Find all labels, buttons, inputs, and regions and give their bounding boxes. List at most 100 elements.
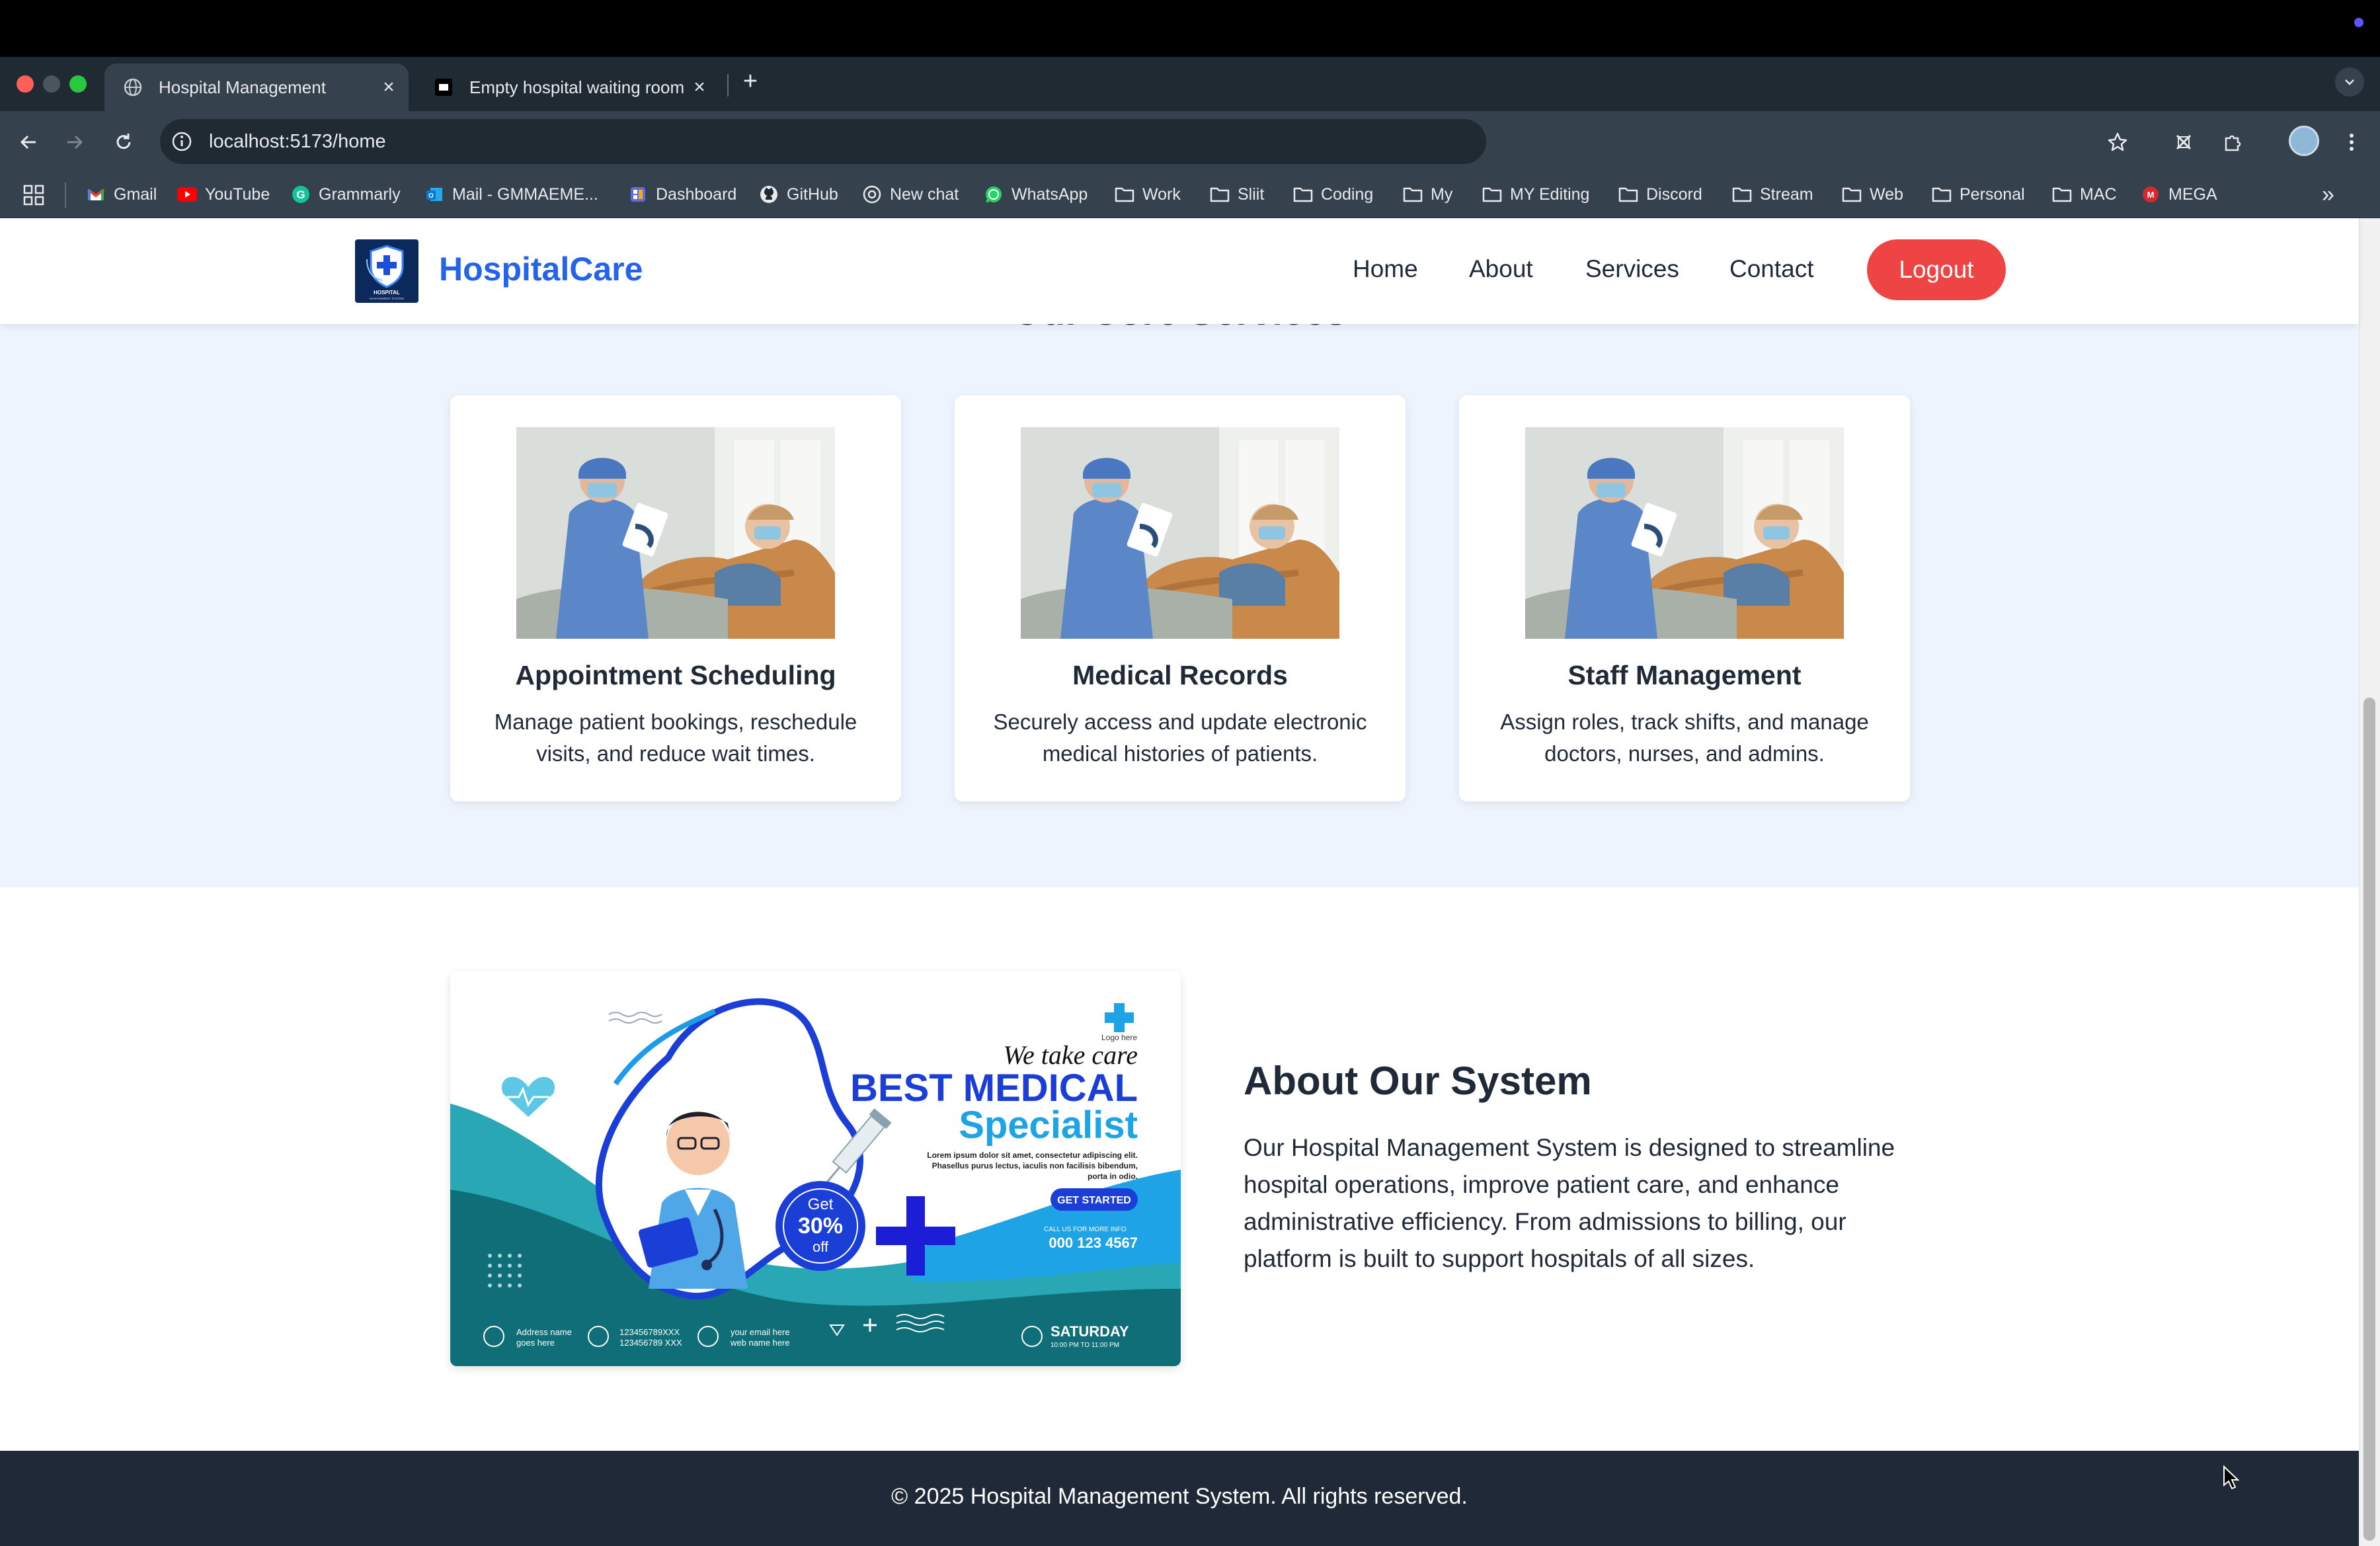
bookmark-mail[interactable]: O Mail - GMMAEME...	[424, 179, 598, 210]
github-icon	[759, 184, 779, 204]
tab-empty-hospital-waiting-room[interactable]: Empty hospital waiting room ×	[415, 63, 719, 111]
folder-icon	[1732, 184, 1752, 204]
folder-icon	[1403, 184, 1423, 204]
site-logo[interactable]: HOSPITAL MANAGEMENT SYSTEM	[355, 239, 418, 303]
bookmark-whatsapp[interactable]: WhatsApp	[984, 179, 1088, 210]
bookmarks-divider	[65, 183, 66, 208]
banner-address-1: Address name	[516, 1327, 572, 1337]
tab-title: Empty hospital waiting room	[469, 77, 685, 97]
apps-grid-button[interactable]	[22, 184, 45, 206]
bookmark-new-chat[interactable]: New chat	[862, 179, 959, 210]
logo-text: HOSPITAL	[374, 290, 400, 296]
tab-close-icon[interactable]: ×	[376, 74, 402, 101]
banner-email-1: your email here	[731, 1327, 790, 1337]
folder-icon	[1482, 184, 1502, 204]
site-brand[interactable]: HospitalCare	[439, 250, 643, 288]
nav-contact[interactable]: Contact	[1729, 255, 1814, 283]
bookmark-label: Grammarly	[319, 184, 401, 204]
bookmark-folder-web[interactable]: Web	[1842, 179, 1903, 210]
bookmark-youtube[interactable]: YouTube	[177, 179, 270, 210]
folder-icon	[1210, 184, 1230, 204]
service-card-medical-records: Medical Records Securely access and upda…	[955, 395, 1406, 801]
bookmark-label: Web	[1870, 184, 1903, 204]
banner-phone-list-1: 123456789XXX	[619, 1327, 680, 1337]
tab-hospital-management[interactable]: Hospital Management ×	[104, 63, 409, 111]
chatgpt-icon	[862, 184, 882, 204]
service-card-title: Staff Management	[1567, 660, 1802, 690]
banner-hours: 10:00 PM TO 11:00 PM	[1051, 1342, 1119, 1349]
page-scrollbar-thumb[interactable]	[2363, 698, 2375, 1541]
bookmark-label: My	[1431, 184, 1453, 204]
bookmarks-overflow-button[interactable]: »	[2322, 179, 2334, 210]
bookmark-folder-my[interactable]: My	[1403, 179, 1452, 210]
bookmark-label: Dashboard	[656, 184, 737, 204]
about-title: About Our System	[1244, 1059, 1592, 1103]
bookmark-folder-work[interactable]: Work	[1115, 179, 1181, 210]
bookmark-label: Stream	[1760, 184, 1813, 204]
service-card-title: Appointment Scheduling	[515, 660, 836, 690]
extensions-menu-button[interactable]	[2216, 126, 2249, 159]
window-zoom-button[interactable]	[69, 75, 87, 93]
bookmark-grammarly[interactable]: G Grammarly	[291, 179, 401, 210]
folder-icon	[2052, 184, 2072, 204]
bookmark-folder-coding[interactable]: Coding	[1293, 179, 1373, 210]
nav-about[interactable]: About	[1469, 255, 1533, 283]
bookmark-dashboard[interactable]: Dashboard	[628, 179, 736, 210]
bookmark-folder-discord[interactable]: Discord	[1618, 179, 1702, 210]
new-tab-button[interactable]: +	[735, 66, 766, 97]
bookmark-mega[interactable]: M MEGA	[2141, 179, 2217, 210]
bookmark-label: YouTube	[205, 184, 270, 204]
banner-headline-2: Specialist	[959, 1104, 1138, 1147]
reload-button[interactable]	[107, 126, 140, 159]
extension-button[interactable]	[2167, 126, 2200, 159]
banner-tagline: We take care	[1003, 1040, 1138, 1070]
service-card-image	[1525, 427, 1844, 639]
bookmark-label: MEGA	[2168, 184, 2217, 204]
bookmark-folder-sliit[interactable]: Sliit	[1210, 179, 1264, 210]
reload-icon	[116, 134, 131, 149]
folder-icon	[1115, 184, 1134, 204]
chevron-down-icon	[2345, 79, 2354, 85]
bookmark-folder-my-editing[interactable]: MY Editing	[1482, 179, 1589, 210]
bookmark-gmail[interactable]: Gmail	[86, 179, 157, 210]
tab-search-button[interactable]	[2335, 67, 2364, 97]
tab-close-icon[interactable]: ×	[686, 74, 713, 101]
tab-separator	[727, 74, 729, 97]
nav-services[interactable]: Services	[1585, 255, 1679, 283]
bookmark-github[interactable]: GitHub	[759, 179, 838, 210]
bookmark-folder-stream[interactable]: Stream	[1732, 179, 1813, 210]
logout-button[interactable]: Logout	[1867, 239, 2006, 300]
nav-home[interactable]: Home	[1353, 255, 1418, 283]
window-close-button[interactable]	[17, 75, 34, 93]
window-minimize-button[interactable]	[43, 75, 60, 93]
more-vertical-icon	[2350, 134, 2354, 151]
bookmark-folder-mac[interactable]: MAC	[2052, 179, 2117, 210]
svg-text:M: M	[2147, 190, 2155, 200]
bookmark-label: New chat	[890, 184, 959, 204]
bookmark-label: Discord	[1646, 184, 1702, 204]
offer-text-2: 30%	[798, 1213, 843, 1239]
tab-title: Hospital Management	[159, 77, 326, 97]
bookmark-folder-personal[interactable]: Personal	[1932, 179, 2025, 210]
service-card-image	[516, 427, 835, 639]
banner-call-label: CALL US FOR MORE INFO	[1044, 1226, 1127, 1233]
banner-lorem-3: porta in odio.	[1088, 1172, 1138, 1181]
bookmark-star-button[interactable]	[2101, 126, 2134, 159]
gmail-icon	[86, 184, 106, 204]
service-card-staff-management: Staff Management Assign roles, track shi…	[1459, 395, 1910, 801]
forward-button[interactable]	[58, 126, 91, 159]
mega-icon: M	[2141, 184, 2161, 204]
hospital-shield-icon: HOSPITAL MANAGEMENT SYSTEM	[366, 245, 404, 300]
banner-email-2: web name here	[730, 1338, 790, 1348]
banner-day: SATURDAY	[1051, 1323, 1129, 1340]
address-bar[interactable]: localhost:5173/home	[160, 119, 1486, 164]
back-button[interactable]	[12, 126, 45, 159]
browser-menu-button[interactable]	[2335, 126, 2368, 159]
svg-text:O: O	[428, 192, 434, 200]
site-info-icon[interactable]	[171, 130, 193, 153]
bookmark-label: Coding	[1321, 184, 1374, 204]
arrow-left-icon	[20, 135, 36, 149]
profile-avatar[interactable]	[2289, 126, 2319, 156]
about-banner-image: Get 30% off Logo here We take care BEST …	[450, 971, 1181, 1366]
globe-icon	[124, 78, 142, 97]
